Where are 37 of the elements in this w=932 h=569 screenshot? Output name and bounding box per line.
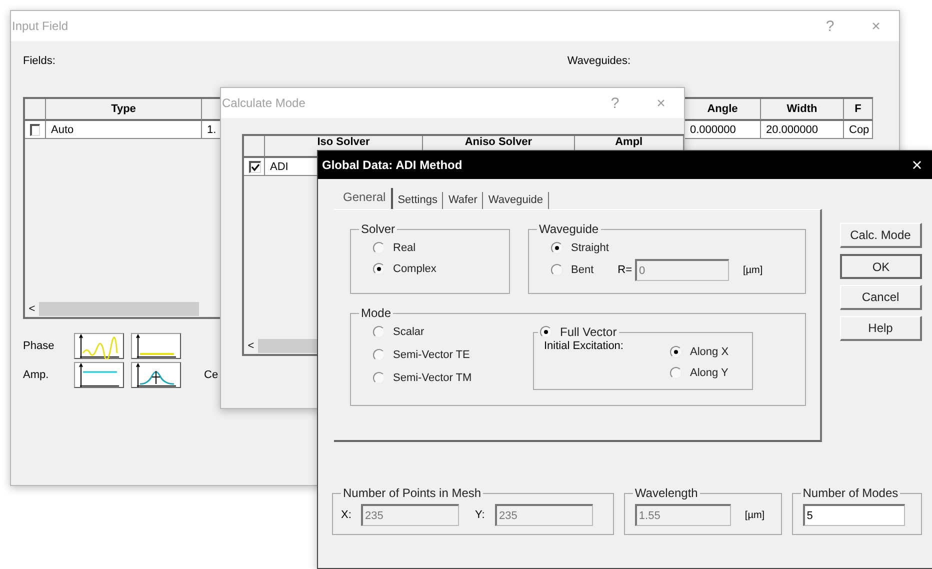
column-header: F xyxy=(844,99,873,121)
radio-label: Complex xyxy=(393,263,436,275)
group-label: Waveguide xyxy=(538,222,600,236)
table-cell: 20.000000 xyxy=(761,121,844,139)
waveguides-label: Waveguides: xyxy=(567,55,631,69)
group-label: Number of Points in Mesh xyxy=(342,486,482,500)
radio-label: Scalar xyxy=(393,326,424,338)
table-cell: Cop xyxy=(844,121,873,139)
text-label: Initial Excitation: xyxy=(544,340,624,354)
field-label: X: xyxy=(341,509,352,521)
radio-label: Full Vector xyxy=(560,325,617,339)
group-label: Number of Modes xyxy=(802,486,900,500)
text-label: Ce xyxy=(204,369,218,381)
radio-label: Along Y xyxy=(690,367,728,379)
column-header: Width xyxy=(761,99,844,121)
window-title: Input Field xyxy=(12,19,68,33)
column-header: Angle xyxy=(685,99,761,121)
fields-label: Fields: xyxy=(23,55,56,69)
group-label: Wavelength xyxy=(634,486,699,500)
table-cell: Auto xyxy=(46,121,202,139)
field-label: R= xyxy=(618,264,632,276)
table-cell: 0.000000 xyxy=(685,121,761,139)
radio-label: Real xyxy=(393,242,416,254)
column-header: Type xyxy=(46,99,202,121)
radio-label: Semi-Vector TE xyxy=(393,349,470,361)
group-label: Solver xyxy=(360,222,396,236)
row-label: Amp. xyxy=(23,369,50,381)
radio-label: Along X xyxy=(690,346,729,358)
radio-label: Bent xyxy=(571,264,594,276)
group-label: Mode xyxy=(360,306,392,320)
radio-label: Semi-Vector TM xyxy=(393,372,472,384)
radio-label: Straight xyxy=(571,242,609,254)
row-label: Phase xyxy=(23,340,56,352)
field-label: Y: xyxy=(475,509,486,521)
window-title: Calculate Mode xyxy=(222,96,306,110)
unit-label: [µm] xyxy=(743,264,763,276)
unit-label: [µm] xyxy=(744,510,765,520)
